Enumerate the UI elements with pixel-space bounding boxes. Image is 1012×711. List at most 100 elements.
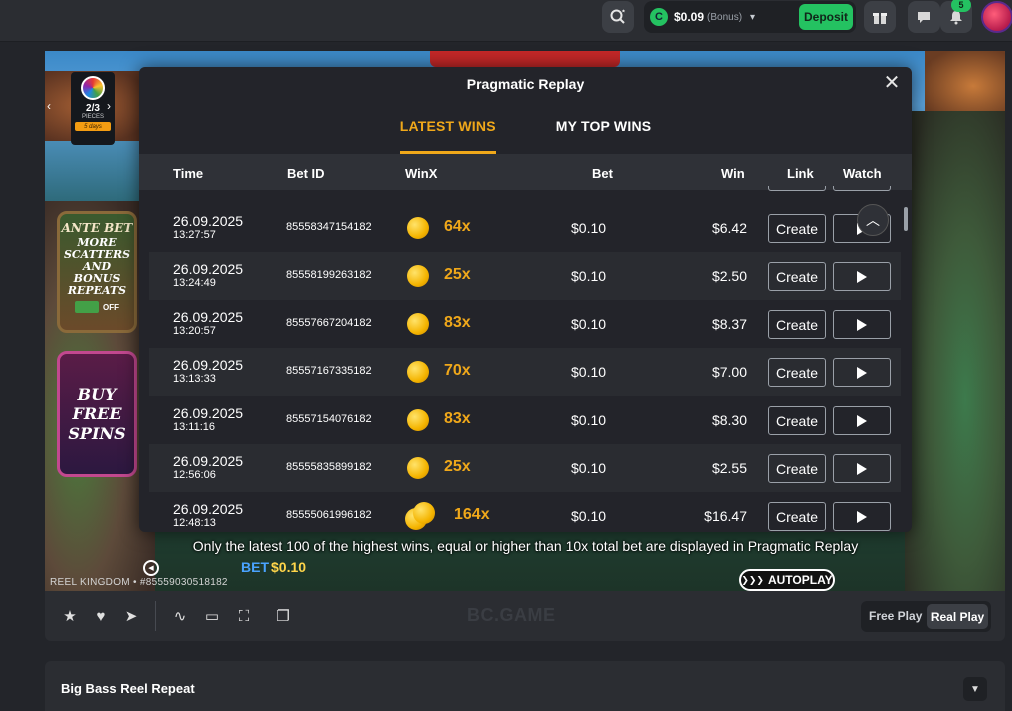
row-winx: 25x	[444, 266, 471, 283]
coin-icon	[407, 313, 429, 335]
row-time: 12:48:13	[173, 517, 216, 529]
wheel-icon	[81, 76, 105, 100]
watch-button[interactable]	[833, 262, 891, 291]
theater-mode-icon[interactable]: ▭	[203, 607, 221, 625]
tab-my-top-wins[interactable]: MY TOP WINS	[556, 100, 652, 154]
coin-icon	[407, 265, 429, 287]
row-win: $2.50	[711, 268, 747, 284]
play-icon	[857, 270, 867, 283]
row-win: $6.42	[711, 220, 747, 236]
ante-bet-toggle-state: OFF	[103, 302, 119, 312]
create-link-button[interactable]: Create	[768, 406, 826, 435]
row-bet-id: 85558199263182	[286, 269, 372, 281]
deposit-button[interactable]: Deposit	[799, 4, 853, 30]
chevron-down-icon: ▾	[750, 11, 756, 23]
modal-tabs: LATEST WINS MY TOP WINS	[139, 100, 912, 154]
heart-icon[interactable]: ♥	[92, 607, 110, 625]
create-link-button[interactable]: Create	[768, 454, 826, 483]
search-icon	[610, 9, 626, 24]
column-time: Time	[173, 166, 204, 181]
column-bet-id: Bet ID	[287, 166, 325, 181]
row-bet: $0.10	[571, 460, 607, 476]
ante-bet-panel[interactable]: ANTE BET MORE SCATTERS AND BONUS REPEATS…	[57, 211, 137, 333]
watch-button[interactable]	[833, 454, 891, 483]
row-winx: 25x	[444, 458, 471, 475]
row-time: 12:56:06	[173, 469, 216, 481]
table-header: Time Bet ID WinX Bet Win Link Watch	[139, 154, 912, 190]
watch-button[interactable]	[833, 406, 891, 435]
avatar[interactable]	[981, 1, 1012, 33]
column-watch: Watch	[843, 166, 882, 181]
currency-coin-icon: C	[650, 8, 668, 26]
play-mode-switch: Free Play Real Play	[861, 601, 991, 632]
create-link-button[interactable]: Create	[768, 310, 826, 339]
close-icon[interactable]: ✕	[882, 73, 902, 93]
wallet-selector[interactable]: C $0.09 (Bonus) ▾ Deposit	[644, 1, 856, 33]
feature-pieces-label: PIECES	[81, 114, 104, 120]
ante-bet-toggle[interactable]: OFF	[75, 301, 119, 314]
watch-button[interactable]	[833, 310, 891, 339]
table-scrollbar[interactable]	[904, 207, 908, 231]
pragmatic-replay-modal: Pragmatic Replay ✕ LATEST WINS MY TOP WI…	[139, 67, 912, 532]
watch-button[interactable]	[833, 358, 891, 387]
replay-notice: Only the latest 100 of the highest wins,…	[192, 538, 859, 554]
row-win: $16.47	[704, 508, 747, 524]
wallet-balance-tag: (Bonus)	[707, 11, 743, 23]
scroll-to-top-button[interactable]: ︿	[857, 204, 889, 236]
coin-icon	[407, 217, 429, 239]
row-winx: 164x	[454, 506, 490, 523]
row-bet-id: 85555061996182	[286, 509, 372, 521]
chevron-down-icon[interactable]: ▼	[963, 677, 987, 701]
row-win: $7.00	[711, 364, 747, 380]
row-date: 26.09.2025	[173, 501, 244, 517]
row-date: 26.09.2025	[173, 357, 244, 373]
game-title: Big Bass Reel Repeat	[61, 681, 195, 696]
buy-free-spins-button[interactable]: BUY FREE SPINS	[57, 351, 137, 477]
column-win: Win	[721, 166, 745, 181]
play-icon	[857, 366, 867, 379]
search-button[interactable]	[602, 1, 634, 33]
rewards-button[interactable]	[864, 1, 896, 33]
column-bet: Bet	[592, 166, 613, 181]
game-info-card: Big Bass Reel Repeat ▼	[45, 661, 1005, 711]
autoplay-icon: ❯❯❯	[741, 574, 764, 585]
create-link-button[interactable]: Create	[768, 358, 826, 387]
row-bet: $0.10	[571, 268, 607, 284]
real-play-button[interactable]: Real Play	[927, 604, 988, 629]
chevron-left-icon[interactable]: ‹	[47, 99, 51, 113]
row-bet-id: 85558347154182	[286, 221, 372, 233]
brand-watermark: BC.GAME	[467, 605, 556, 625]
column-winx: WinX	[405, 166, 438, 181]
row-bet: $0.10	[571, 412, 607, 428]
free-play-button[interactable]: Free Play	[869, 609, 922, 623]
chat-button[interactable]	[908, 1, 940, 33]
autoplay-label: AUTOPLAY	[767, 573, 833, 587]
star-icon[interactable]: ★	[61, 607, 79, 625]
row-time: 13:20:57	[173, 325, 216, 337]
game-logo	[430, 51, 620, 67]
arrow-right-icon	[75, 301, 99, 314]
create-link-button[interactable]: Create	[768, 214, 826, 243]
stats-icon[interactable]: ∿	[171, 607, 189, 625]
row-bet-id: 85557667204182	[286, 317, 372, 329]
bet-label: BET	[241, 559, 269, 575]
table-row: 26.09.2025 13:27:57 85558347154182 64x $…	[149, 204, 901, 252]
row-date: 26.09.2025	[173, 261, 244, 277]
create-link-button[interactable]: Create	[768, 502, 826, 531]
send-icon[interactable]: ➤	[122, 607, 140, 625]
create-link-button[interactable]: Create	[768, 262, 826, 291]
chat-icon	[918, 12, 930, 23]
buy-free-spins-label: BUY FREE SPINS	[68, 385, 126, 443]
ante-bet-text: MORE SCATTERS AND BONUS REPEATS	[63, 235, 131, 297]
sound-icon[interactable]: ◀	[143, 560, 159, 576]
play-icon	[857, 462, 867, 475]
row-date: 26.09.2025	[173, 405, 244, 421]
fullscreen-icon[interactable]: ⛶	[235, 607, 253, 625]
popout-icon[interactable]: ❐	[274, 607, 292, 625]
autoplay-button[interactable]: ❯❯❯ AUTOPLAY	[739, 569, 835, 591]
row-bet-id: 85557154076182	[286, 413, 372, 425]
tab-latest-wins[interactable]: LATEST WINS	[399, 100, 496, 154]
row-date: 26.09.2025	[173, 453, 244, 469]
chevron-right-icon[interactable]: ›	[107, 99, 111, 113]
watch-button[interactable]	[833, 502, 891, 531]
